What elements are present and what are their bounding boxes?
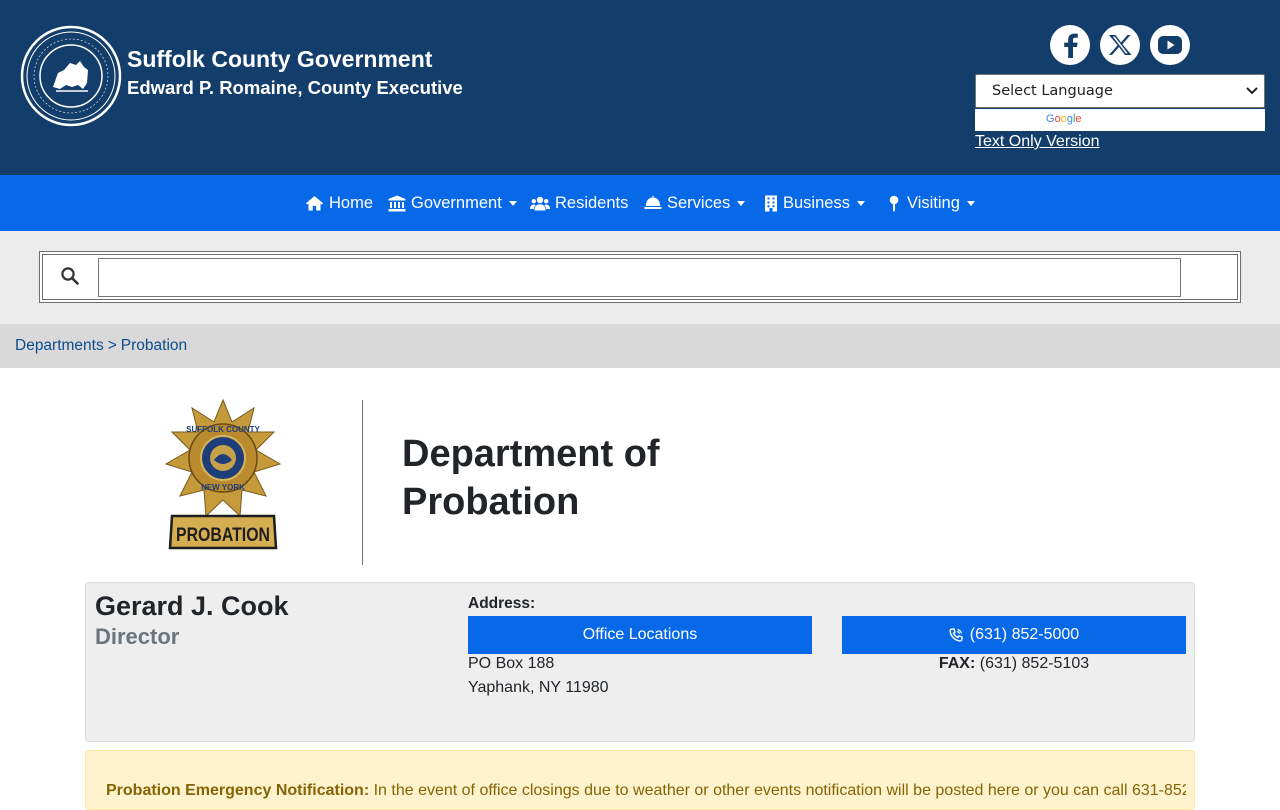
caret-down-icon: [508, 200, 517, 206]
director-title: Director: [95, 624, 180, 649]
phone-number: (631) 852-5000: [969, 626, 1080, 643]
page-title-line2: Probation: [402, 481, 580, 523]
probation-badge-logo: SUFFOLK COUNTY NEW YORK PROBATION: [162, 398, 284, 552]
page-title-line1: Department of: [402, 433, 660, 475]
site-header: Suffolk County Government Edward P. Roma…: [0, 0, 1280, 175]
site-title[interactable]: Suffolk County Government: [127, 46, 432, 73]
nav-item-label: Home: [329, 193, 374, 212]
fax-number: (631) 852-5103: [979, 655, 1090, 672]
map-pin-icon: [889, 195, 899, 211]
building-icon: [765, 195, 777, 211]
caret-down-icon: [966, 200, 975, 206]
language-select-value: Select Language: [992, 83, 1113, 99]
caret-down-icon: [737, 200, 746, 206]
breadcrumb-departments[interactable]: Departments: [15, 337, 104, 355]
google-logo: Google: [1046, 113, 1082, 125]
nav-item-government[interactable]: Government: [388, 175, 517, 231]
nav-item-label: Business: [783, 193, 850, 212]
chevron-down-icon: [1246, 87, 1258, 95]
county-seal-logo[interactable]: [20, 25, 122, 127]
x-icon[interactable]: [1100, 25, 1140, 65]
nav-item-visiting[interactable]: Visiting: [886, 175, 975, 231]
svg-text:SUFFOLK COUNTY: SUFFOLK COUNTY: [186, 425, 260, 434]
facebook-icon[interactable]: [1050, 25, 1090, 65]
nav-item-label: Services: [667, 193, 731, 212]
nav-item-residents[interactable]: Residents: [530, 175, 628, 231]
text-only-version-link[interactable]: Text Only Version: [975, 133, 1100, 151]
youtube-icon[interactable]: [1150, 25, 1190, 65]
fax-line: FAX: (631) 852-5103: [842, 655, 1186, 673]
site-subtitle: Edward P. Romaine, County Executive: [127, 77, 463, 98]
search-box: [39, 251, 1241, 303]
search-input[interactable]: [98, 258, 1181, 297]
nav-item-services[interactable]: Services: [644, 175, 746, 231]
alert-text: Probation Emergency Notification: In the…: [106, 782, 1186, 800]
nav-item-label: Visiting: [907, 193, 960, 212]
office-locations-button[interactable]: Office Locations: [468, 616, 812, 654]
breadcrumb: Departments > Probation: [0, 324, 1280, 368]
fax-label: FAX:: [938, 655, 976, 672]
page-title: Department of Probation: [402, 430, 782, 526]
badge-text: PROBATION: [176, 525, 270, 546]
search-icon[interactable]: [60, 266, 80, 286]
main-nav: Home Government Residents Services Busin…: [0, 175, 1280, 231]
breadcrumb-separator: >: [107, 337, 117, 354]
svg-text:NEW YORK: NEW YORK: [201, 483, 245, 492]
powered-by-google-translate[interactable]: Powered by Google Translate: [975, 109, 1265, 131]
director-card: Gerard J. Cook Director Address: Office …: [85, 582, 1195, 742]
translate-label: Translate: [1086, 112, 1143, 127]
home-icon: [306, 196, 323, 211]
alert-message: In the event of office closings due to w…: [373, 782, 1186, 799]
search-band: [0, 231, 1280, 324]
nav-item-business[interactable]: Business: [764, 175, 865, 231]
alert-label: Probation Emergency Notification:: [106, 782, 370, 799]
address-line-2: Yaphank, NY 11980: [468, 679, 609, 696]
landmark-icon: [388, 195, 406, 211]
nav-item-label: Residents: [555, 193, 629, 212]
bell-icon: [644, 196, 662, 209]
director-name: Gerard J. Cook: [95, 591, 289, 621]
phone-icon: [949, 628, 963, 642]
address-line-1: PO Box 188: [468, 655, 555, 672]
language-select[interactable]: Select Language: [975, 74, 1265, 108]
phone-button[interactable]: (631) 852-5000: [842, 616, 1186, 654]
powered-by-label: Powered by: [979, 113, 1049, 127]
caret-down-icon: [856, 200, 865, 206]
emergency-notification-alert: Probation Emergency Notification: In the…: [85, 750, 1195, 810]
users-icon: [530, 196, 550, 210]
nav-item-label: Government: [411, 193, 502, 212]
breadcrumb-probation[interactable]: Probation: [121, 337, 187, 355]
divider: [362, 400, 363, 565]
address-label: Address:: [468, 595, 536, 612]
nav-item-home[interactable]: Home: [305, 175, 373, 231]
